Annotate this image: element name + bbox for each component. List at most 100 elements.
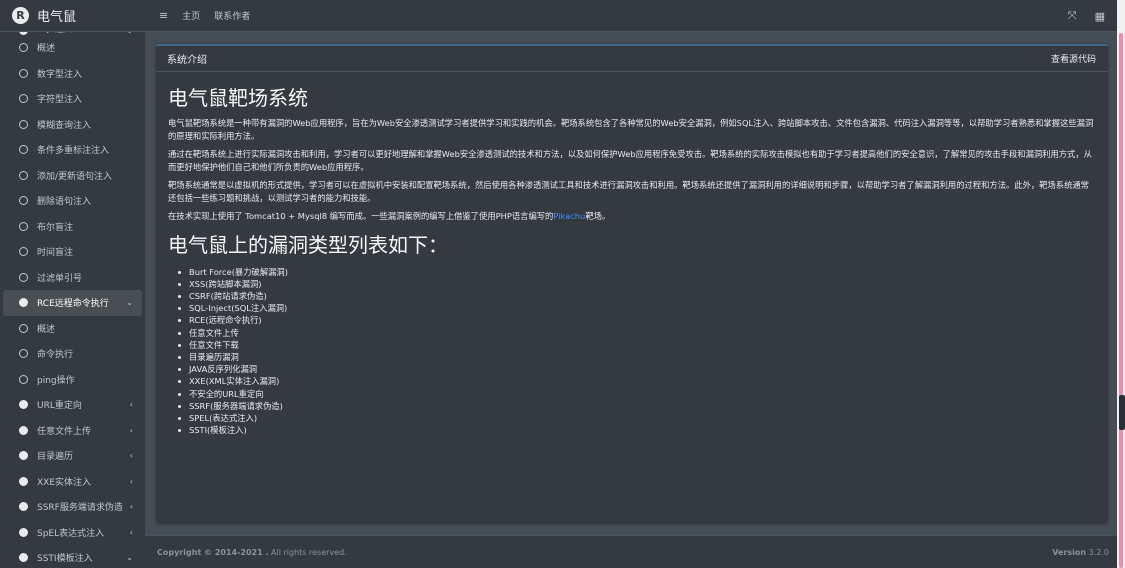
pikachu-link[interactable]: Pikachu [553,211,585,221]
circle-icon [19,145,28,155]
sidebar-item[interactable]: SpEL表达式注入 ‹ [0,520,145,546]
chevron-left-icon: ‹ [129,527,133,537]
circle-icon [19,272,28,282]
sidebar-item-label: 模糊查询注入 [37,120,92,131]
chevron-left-icon: ‹ [129,451,133,461]
circle-icon [19,221,28,231]
circle-icon [19,196,28,206]
sidebar-item[interactable]: SSRF服务端请求伪造 ‹ [0,494,145,520]
grid-menu-icon[interactable]: ▦ [1095,10,1105,23]
sidebar-item-label: 命令执行 [37,350,74,361]
intro-card: 系统介绍 查看源代码 电气鼠靶场系统 电气鼠靶场系统是一种带有漏洞的Web应用程… [156,44,1108,524]
filled-circle-icon [19,400,28,410]
chevron-left-icon: ‹ [129,400,133,410]
sidebar-item[interactable]: 数字型注入 [0,61,145,87]
side-panel-handle[interactable] [1119,395,1125,430]
filled-circle-icon [19,451,28,461]
sidebar-item[interactable]: 布尔盲注 [0,214,145,240]
card-title: 系统介绍 [167,55,207,66]
intro-paragraph-1: 电气鼠靶场系统是一种带有漏洞的Web应用程序，旨在为Web安全渗透测试学习者提供… [168,118,1094,141]
footer: Copyright © 2014-2021 . All rights reser… [145,535,1117,568]
vuln-list: Burt Force(暴力破解漏洞) XSS(跨站脚本漏洞) CSRF(跨站请求伪造… [168,266,1096,437]
vuln-list-item: JAVA反序列化漏洞 [178,363,1096,375]
intro-paragraph-3: 靶场系统通常是以虚拟机的形式提供，学习者可以在虚拟机中安装和配置靶场系统，然后使… [168,180,1089,203]
vuln-list-item: 任意文件上传 [178,327,1096,339]
vuln-list-item: 不安全的URL重定向 [178,388,1096,400]
view-source-link[interactable]: 查看源代码 [1051,52,1096,65]
sidebar-item-label: 时间盲注 [37,248,74,259]
circle-icon [19,323,28,333]
sidebar-item-label: 概述 [37,324,56,335]
filled-circle-icon [19,502,28,512]
vuln-list-item: CSRF(跨站请求伪造) [178,290,1096,302]
sidebar-item[interactable]: 概述 [0,316,145,342]
sidebar-item[interactable]: 删除语句注入 [0,188,145,214]
menu-toggle-icon[interactable]: ≡ [159,9,168,22]
intro-paragraph-2: 通过在靶场系统上进行实际漏洞攻击和利用，学习者可以更好地理解和掌握Web安全渗透… [168,149,1092,172]
sidebar-item-label: 概述 [37,44,56,55]
content-wrapper: 系统介绍 查看源代码 电气鼠靶场系统 电气鼠靶场系统是一种带有漏洞的Web应用程… [145,33,1117,535]
sidebar-item[interactable]: 模糊查询注入 [0,112,145,138]
filled-circle-icon [19,553,28,563]
circle-icon [19,374,28,384]
sidebar-item-label: 删除语句注入 [37,197,92,208]
tech-text-after: 靶场。 [585,211,611,221]
sidebar-item[interactable]: ping操作 [0,367,145,393]
sidebar-item[interactable]: 时间盲注 [0,239,145,265]
sidebar-item[interactable]: XXE实体注入 ‹ [0,469,145,495]
circle-icon [19,247,28,257]
chevron-left-icon: ‹ [129,425,133,435]
sidebar-item-label: 条件多重标注注入 [37,146,110,157]
vuln-list-item: 目录遍历漏洞 [178,351,1096,363]
nav-link-home[interactable]: 主页 [182,9,200,22]
tech-text-before: 在技术实现上使用了 Tomcat10 + Mysql8 编写而成。一些漏洞案例的… [168,211,554,221]
page-scrollbar[interactable] [1117,0,1125,568]
tech-paragraph: 在技术实现上使用了 Tomcat10 + Mysql8 编写而成。一些漏洞案例的… [168,210,1096,223]
version-number: 3.2.0 [1088,547,1109,557]
sidebar-item-label: SpEL表达式注入 [37,528,105,539]
vuln-list-item: XSS(跨站脚本漏洞) [178,278,1096,290]
copyright-bold: Copyright © 2014-2021 . [157,547,269,557]
brand[interactable]: R 电气鼠 [0,0,145,32]
circle-icon [19,68,28,78]
sidebar-item-label: XXE实体注入 [37,477,92,488]
chevron-left-icon: ‹ [129,502,133,512]
brand-name: 电气鼠 [37,10,77,25]
sidebar-item[interactable]: RCE远程命令执行 ⌄ [3,290,142,316]
sidebar-item[interactable]: 概述 [0,35,145,61]
sidebar-item[interactable]: 字符型注入 [0,86,145,112]
card-body: 电气鼠靶场系统 电气鼠靶场系统是一种带有漏洞的Web应用程序，旨在为Web安全渗… [156,72,1108,447]
circle-icon [19,94,28,104]
chevron-down-icon: ⌄ [126,298,133,308]
sidebar-item-label: ping操作 [37,375,75,386]
vuln-list-heading: 电气鼠上的漏洞类型列表如下： [168,232,448,257]
filled-circle-icon [19,476,28,486]
sidebar-item-label: URL重定向 [37,401,82,412]
version-info: Version 3.2.0 [1052,548,1109,557]
circle-icon [19,119,28,129]
sidebar-item[interactable]: URL重定向 ‹ [0,392,145,418]
sidebar-item-label: 数字型注入 [37,69,83,80]
circle-icon [19,43,28,53]
sidebar-item[interactable]: 命令执行 [0,341,145,367]
version-label: Version [1052,547,1087,557]
sidebar-item[interactable]: 过滤单引号 [0,265,145,291]
chevron-left-icon: ‹ [129,476,133,486]
vuln-list-item: RCE(远程命令执行) [178,314,1096,326]
sidebar-nav: SQL注入⌄概述数字型注入字符型注入模糊查询注入条件多重标注注入添加/更新语句注… [0,22,145,568]
sidebar-item[interactable]: 添加/更新语句注入 [0,163,145,189]
page-title: 电气鼠靶场系统 [168,86,308,110]
filled-circle-icon [19,527,28,537]
sidebar-item[interactable]: SSTI模板注入 ⌄ [0,545,145,568]
card-header: 系统介绍 查看源代码 [156,46,1108,72]
sidebar-item-label: 目录遍历 [37,452,74,463]
vuln-list-item: SSRF(服务器端请求伪造) [178,400,1096,412]
vuln-list-item: SPEL(表达式注入) [178,412,1096,424]
sidebar-item[interactable]: 条件多重标注注入 [0,137,145,163]
fullscreen-icon[interactable]: ⤧ [1068,9,1077,23]
nav-link-contact-author[interactable]: 联系作者 [214,9,250,22]
vuln-list-item: Burt Force(暴力破解漏洞) [178,266,1096,278]
scrollbar-thumb[interactable] [1119,33,1123,568]
sidebar-item[interactable]: 任意文件上传 ‹ [0,418,145,444]
sidebar-item[interactable]: 目录遍历 ‹ [0,443,145,469]
